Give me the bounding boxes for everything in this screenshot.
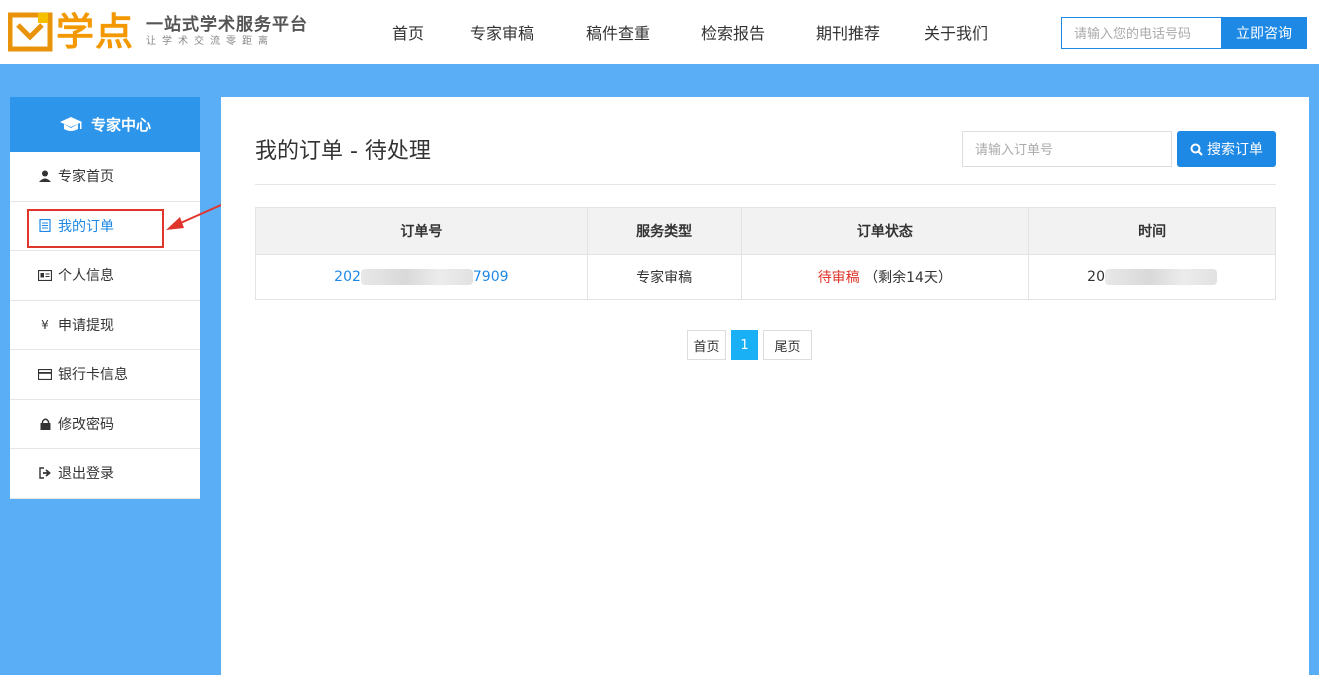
nav-home[interactable]: 首页 (372, 20, 444, 44)
search-order-label: 搜索订单 (1207, 141, 1263, 157)
search-icon (1190, 143, 1203, 156)
sidebar-header: 专家中心 (10, 97, 200, 152)
title-divider (255, 184, 1276, 185)
sidebar-item-label: 专家首页 (58, 169, 114, 186)
brand-slogan: 一站式学术服务平台 (146, 15, 309, 35)
credit-card-icon (38, 367, 52, 381)
user-icon (38, 169, 52, 183)
order-no-suffix[interactable]: 7909 (473, 269, 509, 285)
header-order-no: 订单号 (255, 207, 588, 255)
expert-sidebar: 专家中心 专家首页 我的订单 个人信息 ¥ 申请提现 银行卡信息 修改密码 退出… (10, 97, 200, 499)
sidebar-item-change-password[interactable]: 修改密码 (10, 400, 200, 449)
service-type-cell: 专家审稿 (586, 254, 742, 300)
table-header-row: 订单号 服务类型 订单状态 时间 (255, 207, 1276, 255)
logo-mark-icon (8, 11, 54, 53)
sidebar-item-label: 退出登录 (58, 466, 114, 483)
pager-first-button[interactable]: 首页 (687, 330, 726, 360)
redaction-blur (360, 269, 473, 285)
graduation-cap-icon (59, 116, 82, 131)
search-order-button[interactable]: 搜索订单 (1177, 131, 1276, 167)
header-order-status: 订单状态 (740, 207, 1030, 255)
pagination: 首页 1 尾页 (687, 330, 817, 360)
pager-last-button[interactable]: 尾页 (763, 330, 812, 360)
yen-icon: ¥ (41, 317, 49, 332)
sidebar-item-logout[interactable]: 退出登录 (10, 449, 200, 499)
header-time: 时间 (1028, 207, 1276, 255)
nav-about-us[interactable]: 关于我们 (906, 20, 1006, 44)
nav-journal-recommend[interactable]: 期刊推荐 (790, 20, 906, 44)
sidebar-item-withdraw[interactable]: ¥ 申请提现 (10, 301, 200, 350)
sidebar-item-bank-card[interactable]: 银行卡信息 (10, 350, 200, 400)
order-status-cell: 待审稿 （剩余14天） (740, 254, 1030, 300)
site-logo[interactable]: 学点 一站式学术服务平台 让学术交流零距离 (8, 8, 308, 56)
order-no-prefix[interactable]: 202 (334, 269, 361, 285)
order-search-input[interactable] (962, 131, 1172, 167)
brand-name: 学点 (56, 10, 135, 54)
nav-retrieval-report[interactable]: 检索报告 (676, 20, 790, 44)
redaction-blur (1104, 269, 1217, 285)
phone-input[interactable] (1061, 17, 1221, 49)
status-badge: 待审稿 (817, 270, 860, 286)
sidebar-item-personal-info[interactable]: 个人信息 (10, 251, 200, 301)
main-panel: 我的订单 - 待处理 搜索订单 订单号 服务类型 订单状态 时间 202 7909… (221, 97, 1309, 675)
sidebar-title: 专家中心 (90, 116, 151, 134)
id-card-icon (38, 268, 52, 282)
main-nav: 首页 专家审稿 稿件查重 检索报告 期刊推荐 关于我们 (372, 0, 1006, 64)
time-prefix: 20 (1087, 269, 1105, 285)
sidebar-item-label: 修改密码 (58, 416, 114, 433)
consult-button[interactable]: 立即咨询 (1221, 17, 1307, 49)
consult-form: 立即咨询 (1061, 17, 1307, 49)
lock-icon (38, 417, 52, 431)
sidebar-item-label: 申请提现 (58, 317, 114, 334)
header-service-type: 服务类型 (586, 207, 742, 255)
pager-page-1[interactable]: 1 (731, 330, 758, 360)
sidebar-item-label: 个人信息 (58, 268, 114, 285)
page-title: 我的订单 - 待处理 (255, 139, 431, 164)
logout-icon (38, 466, 52, 480)
highlight-box (27, 208, 164, 248)
order-no-cell[interactable]: 202 7909 (255, 254, 588, 300)
remaining-days: （剩余14天） (864, 270, 952, 286)
nav-plagiarism-check[interactable]: 稿件查重 (560, 20, 676, 44)
orders-table: 订单号 服务类型 订单状态 时间 202 7909 专家审稿 待审稿 （剩余14天… (255, 207, 1276, 300)
brand-motto: 让学术交流零距离 (146, 36, 275, 47)
top-header: 学点 一站式学术服务平台 让学术交流零距离 首页 专家审稿 稿件查重 检索报告 … (0, 0, 1319, 64)
time-cell: 20 (1028, 254, 1276, 300)
table-row[interactable]: 202 7909 专家审稿 待审稿 （剩余14天） 20 (255, 254, 1276, 300)
sidebar-item-label: 银行卡信息 (58, 367, 128, 384)
nav-expert-review[interactable]: 专家审稿 (444, 20, 560, 44)
